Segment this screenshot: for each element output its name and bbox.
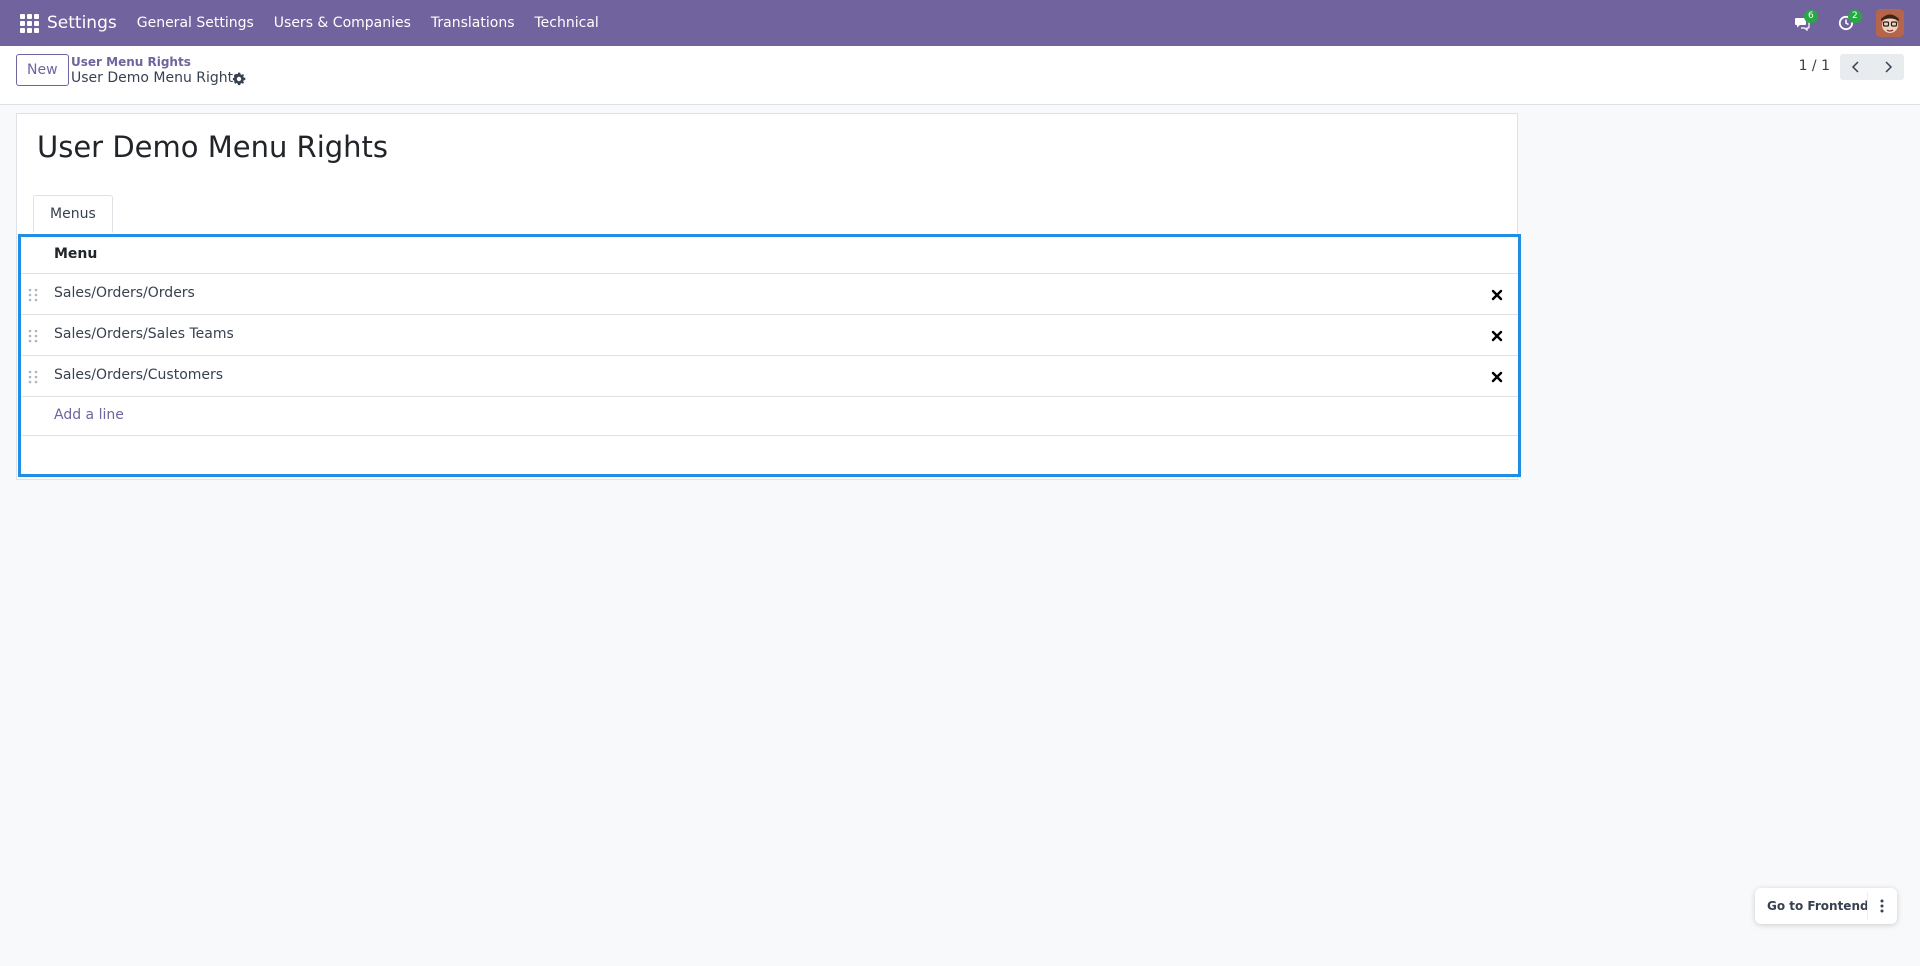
drag-handle-icon[interactable] (27, 369, 39, 385)
pager-value[interactable]: 1 / 1 (1799, 58, 1830, 74)
tab-menus[interactable]: Menus (33, 195, 113, 233)
new-button[interactable]: New (16, 54, 69, 86)
menu-general-settings[interactable]: General Settings (137, 15, 254, 31)
table-row[interactable]: Sales/Orders/Sales Teams (21, 315, 1518, 356)
drag-handle-icon[interactable] (27, 328, 39, 344)
top-navbar: Settings General Settings Users & Compan… (0, 0, 1920, 46)
apps-grid-icon[interactable] (14, 8, 44, 38)
column-header-menu[interactable]: Menu (54, 246, 97, 262)
list-header: Menu (21, 237, 1518, 274)
pager-previous-button[interactable] (1840, 54, 1872, 80)
chevron-right-icon (1885, 61, 1893, 73)
pager-next-button[interactable] (1872, 54, 1904, 80)
add-line-link[interactable]: Add a line (54, 407, 124, 423)
control-panel: New User Menu Rights User Demo Menu Righ… (0, 46, 1920, 105)
activities-button[interactable]: 2 (1832, 9, 1862, 37)
kebab-icon[interactable] (1867, 892, 1895, 920)
drag-handle-icon[interactable] (27, 287, 39, 303)
menus-list: Menu Sales/Orders/Orders Sales/Orders/Sa… (18, 234, 1521, 477)
messages-badge: 6 (1804, 10, 1818, 23)
user-avatar[interactable] (1876, 9, 1904, 37)
menu-cell[interactable]: Sales/Orders/Orders (54, 285, 195, 301)
menu-translations[interactable]: Translations (431, 15, 515, 31)
record-title: User Demo Menu Rights (37, 130, 389, 164)
menu-cell[interactable]: Sales/Orders/Sales Teams (54, 326, 234, 342)
add-line-row: Add a line (21, 397, 1518, 436)
breadcrumb-parent[interactable]: User Menu Rights (71, 55, 191, 69)
menu-cell[interactable]: Sales/Orders/Customers (54, 367, 223, 383)
gear-icon[interactable] (231, 71, 247, 87)
frontend-widget: Go to Frontend (1755, 888, 1897, 924)
breadcrumb-current: User Demo Menu Rights (71, 70, 241, 86)
activities-badge: 2 (1848, 10, 1862, 23)
messages-button[interactable]: 6 (1788, 9, 1818, 37)
app-name[interactable]: Settings (47, 13, 117, 33)
menu-technical[interactable]: Technical (535, 15, 599, 31)
delete-x-icon[interactable] (1490, 329, 1504, 343)
table-row[interactable]: Sales/Orders/Customers (21, 356, 1518, 397)
table-row[interactable]: Sales/Orders/Orders (21, 274, 1518, 315)
delete-x-icon[interactable] (1490, 370, 1504, 384)
go-to-frontend-button[interactable]: Go to Frontend (1755, 899, 1869, 913)
menu-users-companies[interactable]: Users & Companies (274, 15, 411, 31)
delete-x-icon[interactable] (1490, 288, 1504, 302)
chevron-left-icon (1851, 61, 1859, 73)
